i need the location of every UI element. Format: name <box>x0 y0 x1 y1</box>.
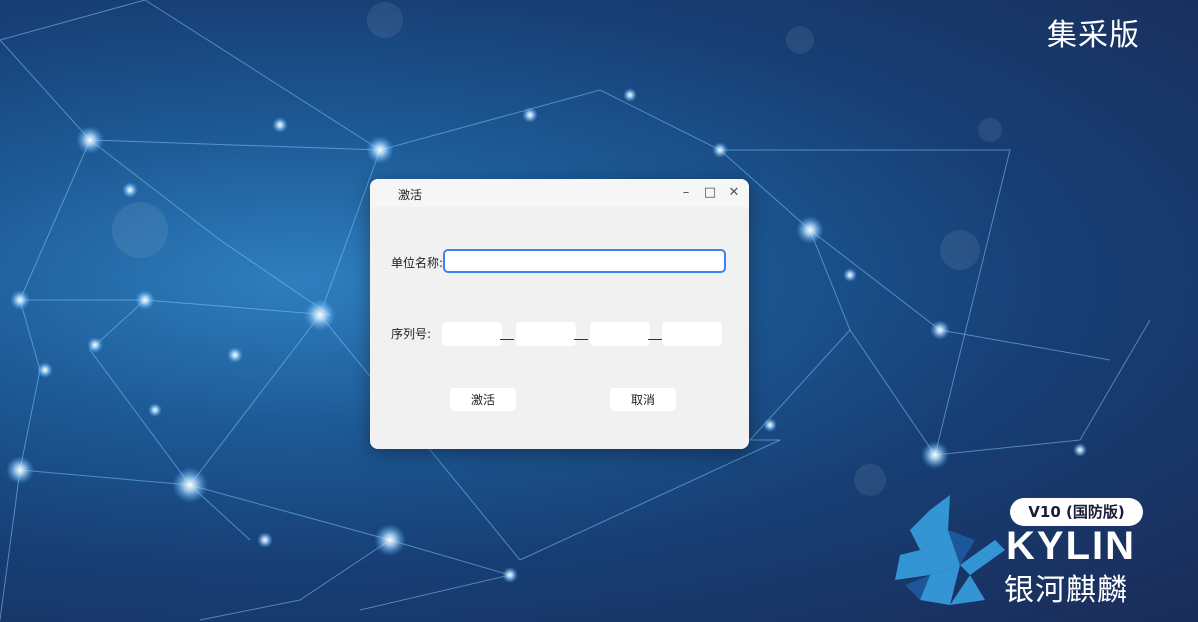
serial-label: 序列号: <box>391 327 432 341</box>
serial-separator <box>648 339 662 340</box>
version-badge: V10 (国防版) <box>1010 498 1143 526</box>
serial-separator <box>500 339 514 340</box>
edition-label: 集采版 <box>1047 18 1140 53</box>
maximize-icon[interactable]: □ <box>700 183 720 203</box>
close-icon[interactable]: ✕ <box>724 183 744 203</box>
minimize-icon[interactable]: – <box>676 183 696 203</box>
dialog-title: 激活 <box>398 188 423 202</box>
unit-name-label: 单位名称: <box>391 256 444 270</box>
serial-input-4[interactable] <box>662 322 722 346</box>
dialog-titlebar[interactable]: 激活 – □ ✕ <box>370 179 749 207</box>
activate-button[interactable]: 激活 <box>450 388 516 411</box>
brand-name-en: KYLIN <box>1006 524 1136 568</box>
desktop-background: 集采版 激活 – □ ✕ 单位名称: 序列号: 激活 取消 V10 (国防版) … <box>0 0 1198 622</box>
cancel-button[interactable]: 取消 <box>610 388 676 411</box>
serial-input-1[interactable] <box>442 322 502 346</box>
kylin-logo-icon <box>895 495 1005 605</box>
unit-name-input[interactable] <box>443 249 726 273</box>
activation-dialog: 激活 – □ ✕ 单位名称: 序列号: 激活 取消 <box>370 179 749 449</box>
serial-separator <box>574 339 588 340</box>
serial-input-3[interactable] <box>590 322 650 346</box>
brand-name-cn: 银河麒麟 <box>1004 573 1128 608</box>
serial-input-2[interactable] <box>516 322 576 346</box>
